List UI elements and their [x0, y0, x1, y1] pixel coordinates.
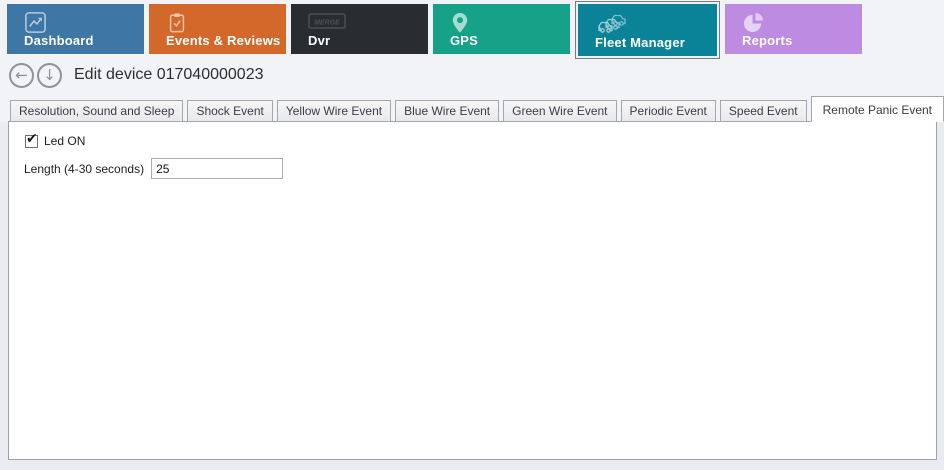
- map-pin-icon: [450, 11, 470, 35]
- nav-tile-dashboard[interactable]: Dashboard: [7, 4, 144, 54]
- nav-tile-bar: Dashboard Events & Reviews MERGE Dvr: [0, 4, 944, 54]
- led-on-checkbox-row[interactable]: ✔ Led ON: [25, 134, 928, 148]
- nav-tile-label: GPS: [450, 33, 478, 48]
- remote-panic-event-form: ✔ Led ON Length (4-30 seconds): [9, 122, 936, 179]
- tab-shock-event[interactable]: Shock Event: [187, 100, 272, 122]
- tab-remote-panic-event[interactable]: Remote Panic Event: [811, 96, 944, 122]
- tab-resolution-sound-sleep[interactable]: Resolution, Sound and Sleep: [10, 100, 183, 122]
- cars-icon: [595, 11, 629, 35]
- nav-tile-reports[interactable]: Reports: [725, 4, 862, 54]
- nav-tile-label: Fleet Manager: [595, 35, 685, 50]
- tab-blue-wire-event[interactable]: Blue Wire Event: [395, 100, 499, 122]
- tab-green-wire-event[interactable]: Green Wire Event: [503, 100, 616, 122]
- nav-tile-label: Events & Reviews: [166, 33, 280, 48]
- length-input[interactable]: [151, 158, 283, 179]
- led-on-checkbox[interactable]: ✔: [25, 135, 38, 148]
- chart-line-icon: [24, 11, 47, 34]
- nav-tile-label: Dvr: [308, 33, 330, 48]
- down-button[interactable]: ↓: [37, 63, 62, 88]
- arrow-left-icon: ←: [15, 68, 28, 83]
- tab-speed-event[interactable]: Speed Event: [720, 100, 807, 122]
- tab-strip: Resolution, Sound and Sleep Shock Event …: [0, 96, 944, 122]
- nav-tile-events-reviews[interactable]: Events & Reviews: [149, 4, 286, 54]
- length-field-row: Length (4-30 seconds): [24, 158, 928, 179]
- clipboard-check-icon: [166, 11, 188, 34]
- arrow-down-icon: ↓: [43, 68, 56, 83]
- header: Dashboard Events & Reviews MERGE Dvr: [0, 0, 944, 122]
- nav-tile-label: Dashboard: [24, 33, 94, 48]
- page-title: Edit device 017040000023: [74, 66, 264, 84]
- nav-tile-fleet-manager[interactable]: Fleet Manager: [578, 4, 717, 56]
- tab-yellow-wire-event[interactable]: Yellow Wire Event: [277, 100, 391, 122]
- nav-tile-label: Reports: [742, 33, 793, 48]
- tab-periodic-event[interactable]: Periodic Event: [621, 100, 716, 122]
- svg-text:MERGE: MERGE: [314, 20, 340, 27]
- back-button[interactable]: ←: [9, 63, 34, 88]
- nav-tile-gps[interactable]: GPS: [433, 4, 570, 54]
- title-row: ← ↓ Edit device 017040000023: [0, 54, 944, 96]
- nav-tile-dvr[interactable]: MERGE Dvr: [291, 4, 428, 54]
- length-label: Length (4-30 seconds): [24, 162, 144, 176]
- led-on-label: Led ON: [44, 134, 85, 148]
- pie-chart-icon: [742, 11, 765, 34]
- checkmark-icon: ✔: [26, 131, 38, 147]
- tab-content-panel: ✔ Led ON Length (4-30 seconds): [8, 121, 937, 460]
- merge-logo-icon: MERGE: [308, 11, 348, 31]
- nav-tile-selected-frame: Fleet Manager: [575, 1, 720, 59]
